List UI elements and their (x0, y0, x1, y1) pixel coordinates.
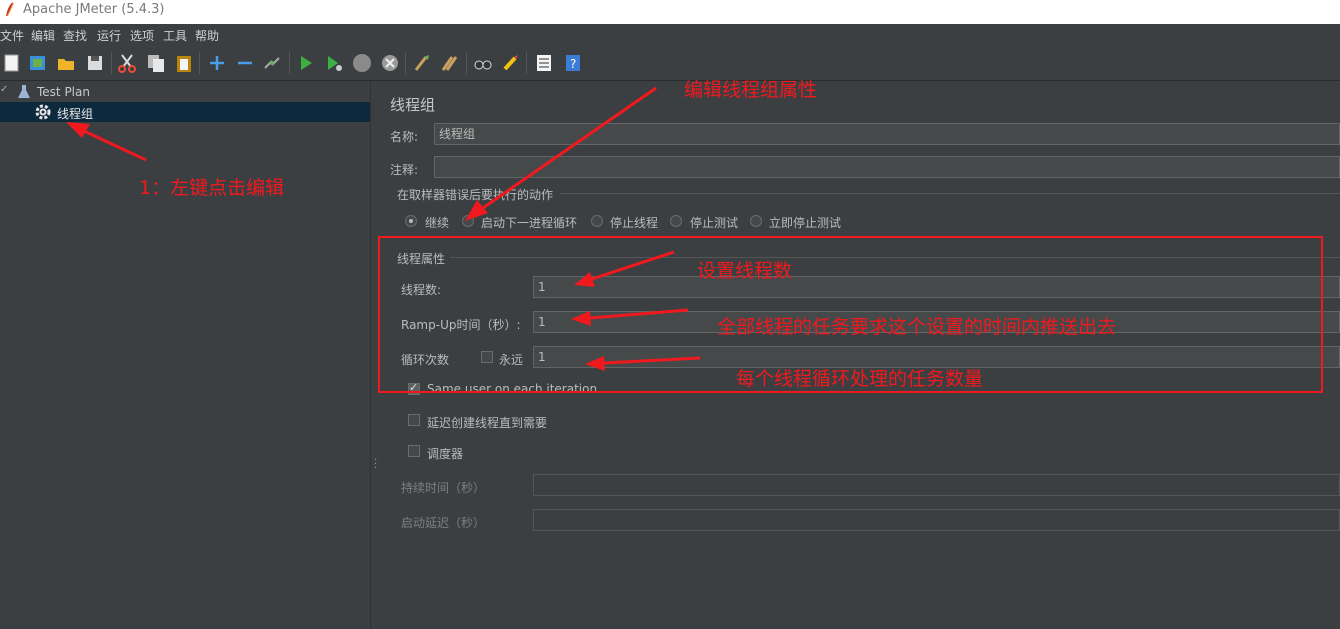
annotation-set-threads: 设置线程数 (697, 260, 793, 282)
arrow-to-radio (479, 86, 657, 212)
annotation-arrows (66, 86, 701, 371)
annotation-left-click: 1：左键点击编辑 (139, 177, 285, 199)
annotation-rampup-note: 全部线程的任务要求这个设置的时间内推送出去 (717, 316, 1117, 338)
annotation-edit-props: 编辑线程组属性 (684, 79, 818, 101)
arrow-to-tree-item (83, 129, 147, 162)
arrow-to-loop-input (603, 356, 701, 365)
arrow-to-rampup-input (589, 308, 689, 320)
arrow-to-threads-input (591, 250, 675, 281)
annotation-loop-note: 每个线程循环处理的任务数量 (736, 368, 984, 390)
